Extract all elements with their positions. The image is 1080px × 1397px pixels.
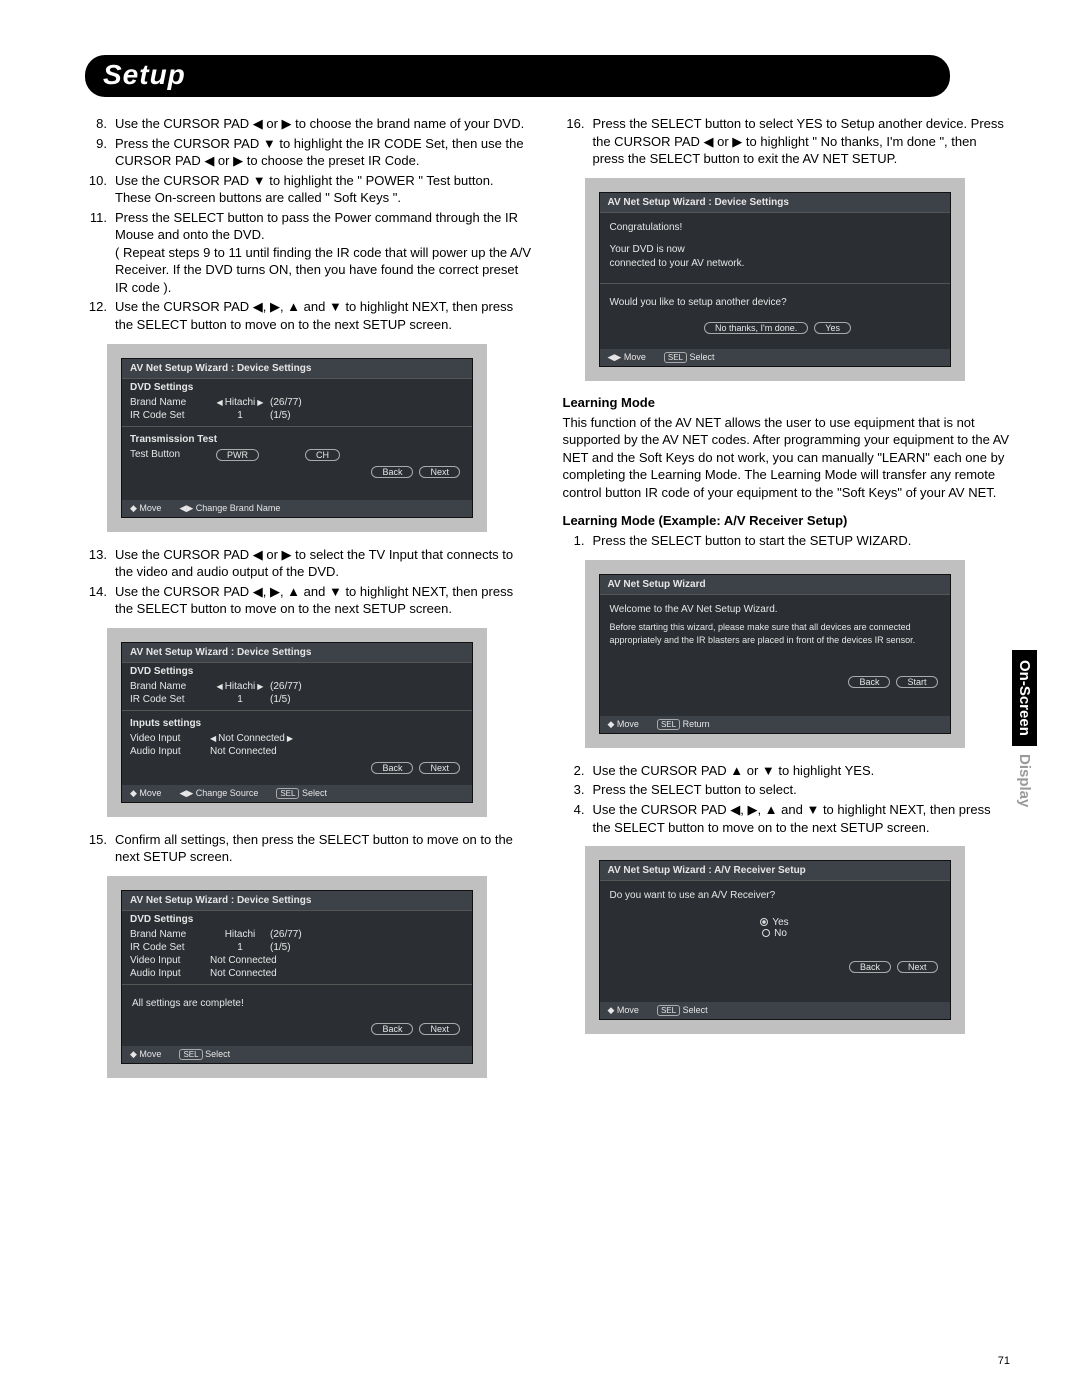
left-column: 8.Use the CURSOR PAD ◀ or ▶ to choose th… — [85, 115, 533, 1092]
osd-screenshot-4: AV Net Setup Wizard : Device Settings Co… — [585, 178, 965, 381]
chapter-title: Setup — [103, 59, 186, 90]
page-number: 71 — [998, 1355, 1010, 1367]
two-column-layout: 8.Use the CURSOR PAD ◀ or ▶ to choose th… — [85, 115, 1010, 1092]
manual-page: Setup 8.Use the CURSOR PAD ◀ or ▶ to cho… — [0, 0, 1080, 1397]
side-tab: On-Screen Display — [1012, 650, 1040, 815]
side-tab-active: On-Screen — [1012, 650, 1037, 746]
osd-screenshot-2: AV Net Setup Wizard : Device Settings DV… — [107, 628, 487, 817]
steps-13-14: 13.Use the CURSOR PAD ◀ or ▶ to select t… — [85, 546, 533, 618]
radio-icon — [760, 918, 768, 926]
osd-screenshot-1: AV Net Setup Wizard : Device Settings DV… — [107, 344, 487, 532]
side-tab-inactive: Display — [1012, 746, 1037, 815]
step-16: 16.Press the SELECT button to select YES… — [563, 115, 1011, 168]
osd-screenshot-6: AV Net Setup Wizard : A/V Receiver Setup… — [585, 846, 965, 1034]
paragraph-learning-mode: This function of the AV NET allows the u… — [563, 414, 1011, 502]
radio-icon — [762, 929, 770, 937]
steps-8-12: 8.Use the CURSOR PAD ◀ or ▶ to choose th… — [85, 115, 533, 334]
example-steps-2-4: 2.Use the CURSOR PAD ▲ or ▼ to highlight… — [563, 762, 1011, 836]
step-15: 15.Confirm all settings, then press the … — [85, 831, 533, 866]
heading-learning-mode: Learning Mode — [563, 395, 1011, 410]
example-step-1: 1.Press the SELECT button to start the S… — [563, 532, 1011, 550]
heading-learning-example: Learning Mode (Example: A/V Receiver Set… — [563, 513, 1011, 528]
right-column: 16.Press the SELECT button to select YES… — [563, 115, 1011, 1092]
chapter-header: Setup — [85, 55, 950, 97]
osd-screenshot-5: AV Net Setup Wizard Welcome to the AV Ne… — [585, 560, 965, 748]
osd-screenshot-3: AV Net Setup Wizard : Device Settings DV… — [107, 876, 487, 1078]
